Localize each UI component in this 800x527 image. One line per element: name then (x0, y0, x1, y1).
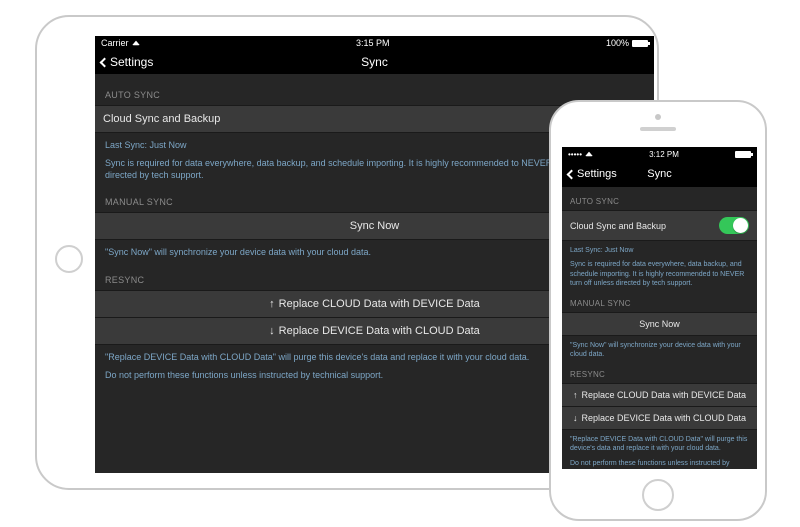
arrow-up-icon: ↑ (269, 298, 275, 310)
autosync-description: Sync is required for data everywhere, da… (562, 255, 757, 288)
last-sync-label: Last Sync: Just Now (562, 241, 757, 255)
wifi-icon (585, 152, 593, 157)
arrow-down-icon: ↓ (269, 325, 275, 337)
cloud-sync-label: Cloud Sync and Backup (103, 113, 220, 125)
ipad-home-button[interactable] (55, 245, 83, 273)
section-header-autosync: AUTO SYNC (562, 187, 757, 210)
back-label: Settings (110, 55, 153, 69)
status-time: 3:15 PM (356, 38, 390, 48)
status-bar: ••••• 3:12 PM (562, 147, 757, 161)
cloud-sync-toggle-row[interactable]: Cloud Sync and Backup (562, 210, 757, 241)
replace-device-label: Replace DEVICE Data with CLOUD Data (581, 413, 746, 423)
chevron-left-icon (567, 169, 577, 179)
section-header-manualsync: MANUAL SYNC (562, 289, 757, 312)
chevron-left-icon (100, 57, 110, 67)
sync-now-label: Sync Now (639, 319, 680, 329)
status-time: 3:12 PM (649, 150, 679, 159)
battery-percent: 100% (606, 38, 629, 48)
back-label: Settings (577, 168, 617, 180)
replace-device-label: Replace DEVICE Data with CLOUD Data (279, 325, 480, 337)
manualsync-description: "Sync Now" will synchronize your device … (562, 336, 757, 360)
battery-icon (632, 40, 648, 47)
signal-dots: ••••• (568, 150, 582, 159)
settings-content: AUTO SYNC Cloud Sync and Backup Last Syn… (562, 187, 757, 469)
arrow-up-icon: ↑ (573, 390, 578, 400)
back-button[interactable]: Settings (562, 168, 617, 180)
nav-bar: Settings Sync (562, 161, 757, 187)
iphone-speaker (640, 127, 676, 131)
nav-bar: Settings Sync (95, 50, 654, 74)
carrier-label: Carrier (101, 38, 129, 48)
arrow-down-icon: ↓ (573, 413, 578, 423)
page-title: Sync (95, 55, 654, 69)
sync-now-label: Sync Now (350, 220, 400, 232)
iphone-home-button[interactable] (642, 479, 674, 511)
replace-cloud-label: Replace CLOUD Data with DEVICE Data (581, 390, 746, 400)
replace-cloud-label: Replace CLOUD Data with DEVICE Data (279, 298, 480, 310)
iphone-device-frame: ••••• 3:12 PM Settings Sync AUTO SYNC Cl… (549, 100, 767, 521)
sync-now-button[interactable]: Sync Now (562, 312, 757, 336)
status-bar: Carrier 3:15 PM 100% (95, 36, 654, 50)
resync-description-2: Do not perform these functions unless in… (562, 454, 757, 470)
iphone-camera (655, 114, 661, 120)
replace-cloud-with-device-button[interactable]: ↑ Replace CLOUD Data with DEVICE Data (562, 383, 757, 407)
cloud-sync-label: Cloud Sync and Backup (570, 221, 666, 231)
cloud-sync-toggle[interactable] (719, 217, 749, 234)
resync-description-1: "Replace DEVICE Data with CLOUD Data" wi… (562, 430, 757, 454)
wifi-icon (132, 41, 140, 46)
iphone-screen: ••••• 3:12 PM Settings Sync AUTO SYNC Cl… (562, 147, 757, 469)
section-header-resync: RESYNC (562, 360, 757, 383)
back-button[interactable]: Settings (95, 55, 153, 69)
battery-icon (735, 151, 751, 158)
replace-device-with-cloud-button[interactable]: ↓ Replace DEVICE Data with CLOUD Data (562, 407, 757, 430)
